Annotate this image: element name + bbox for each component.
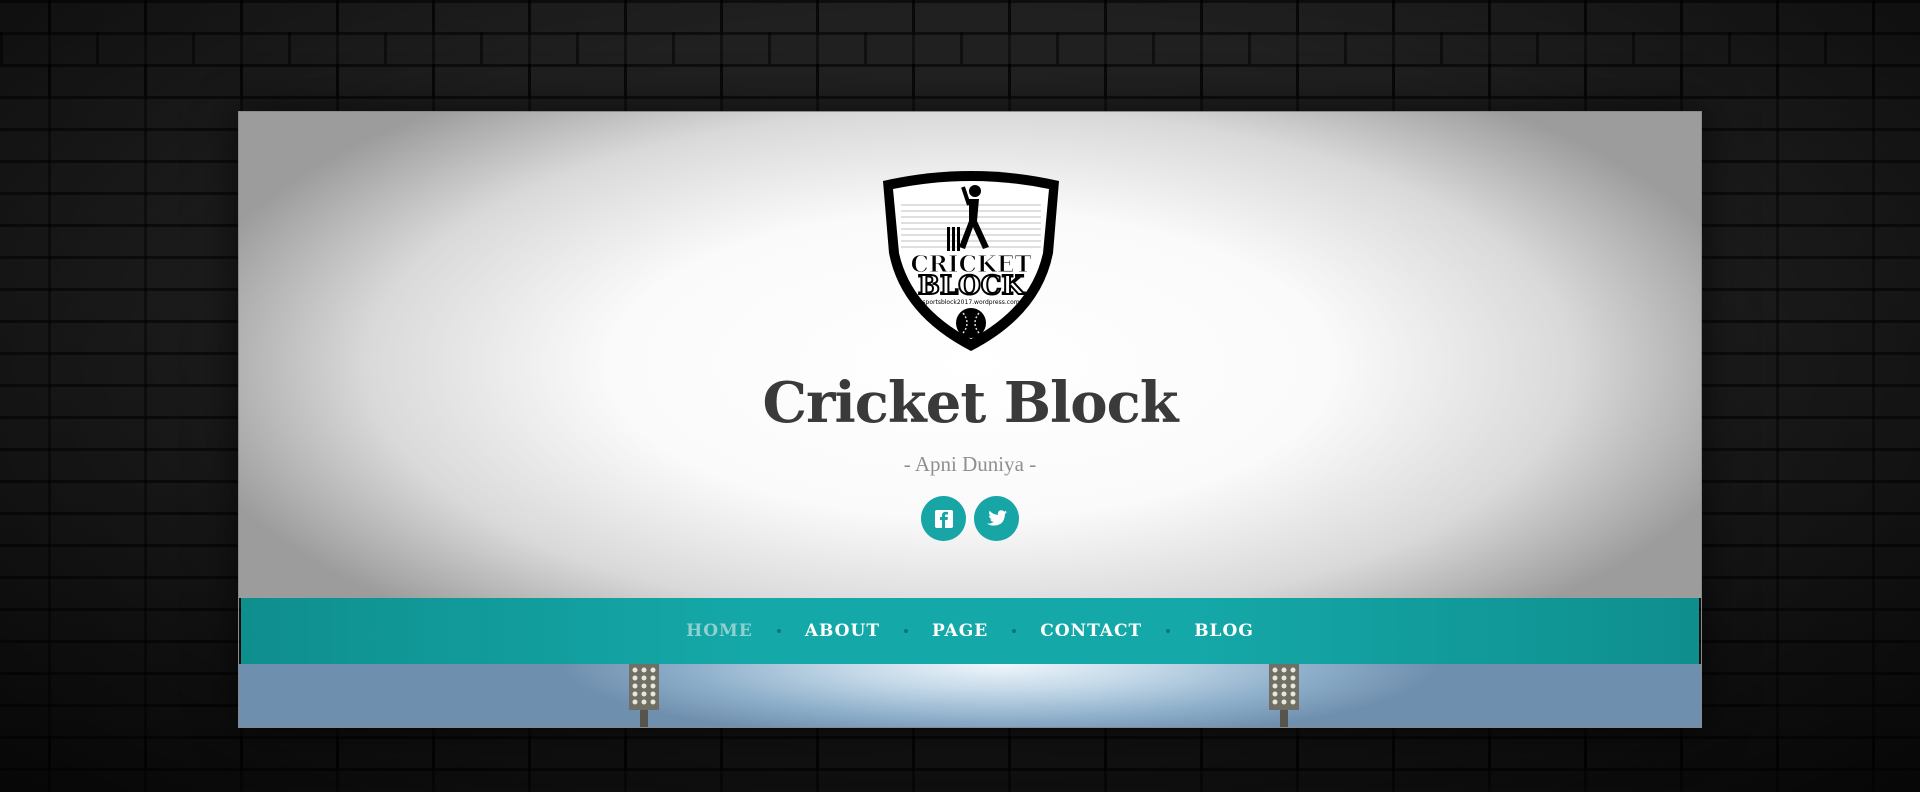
main-navigation: HOME ABOUT PAGE CONTACT BLOG (241, 598, 1699, 664)
nav-item-page[interactable]: PAGE (932, 621, 988, 641)
logo-url: sportsblock2017.wordpress.com (922, 299, 1019, 306)
twitter-button[interactable] (974, 496, 1019, 541)
brick-texture (0, 0, 1920, 32)
nav-separator (903, 629, 908, 633)
brick-texture (0, 736, 1920, 768)
site-frame: CRICKET BLOCK sportsblock2017.wordpress.… (238, 111, 1702, 728)
twitter-icon (986, 509, 1007, 526)
logo-text: BLOCK (918, 271, 1026, 301)
facebook-icon (934, 509, 953, 528)
nav-separator (776, 629, 781, 633)
nav-item-contact[interactable]: CONTACT (1040, 621, 1142, 641)
nav-item-blog[interactable]: BLOG (1194, 621, 1254, 641)
nav-item-about[interactable]: ABOUT (805, 621, 880, 641)
floodlight-image (1269, 664, 1299, 727)
site-logo[interactable]: CRICKET BLOCK sportsblock2017.wordpress.… (871, 165, 1071, 355)
brick-texture (0, 64, 1920, 96)
nav-separator (1012, 629, 1017, 633)
facebook-button[interactable] (921, 496, 966, 541)
brick-texture (0, 32, 1920, 64)
site-header: CRICKET BLOCK sportsblock2017.wordpress.… (239, 112, 1701, 598)
hero-image (239, 664, 1701, 727)
site-title[interactable]: Cricket Block (239, 370, 1701, 436)
site-tagline: - Apni Duniya - (903, 452, 1037, 476)
nav-item-home[interactable]: HOME (686, 621, 753, 641)
nav-separator (1166, 629, 1171, 633)
floodlight-image (629, 664, 659, 727)
social-links (239, 496, 1701, 541)
